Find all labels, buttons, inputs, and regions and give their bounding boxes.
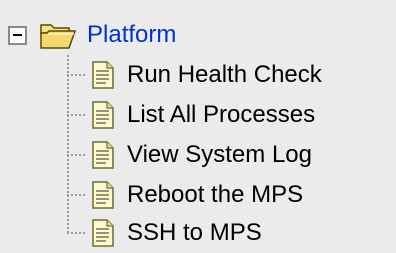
tree-item-reboot-the-mps[interactable]: Reboot the MPS xyxy=(67,175,303,215)
tree-root-label[interactable]: Platform xyxy=(87,23,176,47)
tree-item-label[interactable]: List All Processes xyxy=(127,103,315,127)
tree-item-run-health-check[interactable]: Run Health Check xyxy=(67,55,322,95)
document-icon xyxy=(92,141,114,169)
tree-branch-line xyxy=(67,74,85,76)
document-icon xyxy=(92,219,114,247)
tree-item-view-system-log[interactable]: View System Log xyxy=(67,135,312,175)
document-icon xyxy=(92,181,114,209)
tree-branch-line xyxy=(67,154,85,156)
tree-branch-line xyxy=(67,232,85,234)
tree-item-label[interactable]: SSH to MPS xyxy=(127,221,262,245)
tree-branch-line xyxy=(67,194,85,196)
collapse-toggle[interactable] xyxy=(8,25,27,45)
open-folder-icon xyxy=(40,24,77,49)
tree-item-label[interactable]: Run Health Check xyxy=(127,63,322,87)
tree-item-list-all-processes[interactable]: List All Processes xyxy=(67,95,315,135)
tree-item-label[interactable]: Reboot the MPS xyxy=(127,183,303,207)
tree-root-platform[interactable]: Platform xyxy=(8,15,176,55)
tree-item-ssh-to-mps[interactable]: SSH to MPS xyxy=(67,213,262,253)
tree-item-label[interactable]: View System Log xyxy=(127,143,312,167)
document-icon xyxy=(92,61,114,89)
tree-view: Platform Run Health Check List All Proce… xyxy=(0,0,396,253)
tree-branch-line xyxy=(67,114,85,116)
document-icon xyxy=(92,101,114,129)
